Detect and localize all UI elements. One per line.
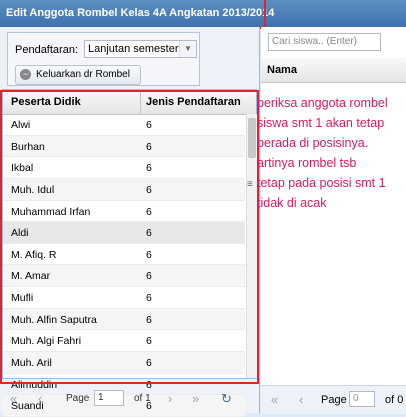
prev-page-icon[interactable]: ‹ <box>38 391 42 406</box>
chevron-down-icon[interactable]: ▼ <box>179 41 196 57</box>
pendaftaran-label: Pendaftaran: <box>15 44 78 56</box>
last-page-icon[interactable]: » <box>192 391 199 406</box>
right-grid-header: Nama <box>261 58 406 83</box>
filter-fieldset: Pendaftaran: Lanjutan semester ▼ − Kelua… <box>7 32 200 86</box>
next-page-icon[interactable]: › <box>168 391 172 406</box>
page-label: Page <box>66 393 90 404</box>
prev-page-icon[interactable]: ‹ <box>299 392 303 407</box>
page-of-label: of 0 <box>385 394 404 406</box>
highlight-title <box>0 0 266 29</box>
right-panel: Cari siswa.. (Enter) Nama « ‹ Page 0 of … <box>261 27 406 414</box>
page-of-label: of 1 <box>134 393 151 404</box>
page-label: Page <box>321 394 347 406</box>
first-page-icon[interactable]: « <box>10 391 17 406</box>
search-input[interactable]: Cari siswa.. (Enter) <box>268 33 381 51</box>
page-input[interactable]: 1 <box>94 390 124 406</box>
keluarkan-button[interactable]: − Keluarkan dr Rombel <box>15 65 141 85</box>
first-page-icon[interactable]: « <box>271 392 278 407</box>
resize-grip-icon[interactable]: ≡ <box>247 179 253 190</box>
pendaftaran-combo[interactable]: Lanjutan semester ▼ <box>84 40 197 58</box>
left-pager: « ‹ Page 1 of 1 › » ↻ <box>0 385 260 413</box>
page-input[interactable]: 0 <box>349 391 375 407</box>
annotation-note: periksa anggota rombel siswa smt 1 akan … <box>257 96 388 210</box>
right-pager: « ‹ Page 0 of 0 <box>261 385 406 414</box>
minus-icon: − <box>20 69 31 80</box>
refresh-icon[interactable]: ↻ <box>221 391 232 407</box>
highlight-grid <box>0 90 259 384</box>
keluarkan-label: Keluarkan dr Rombel <box>36 69 130 80</box>
column-nama[interactable]: Nama <box>267 64 297 76</box>
pendaftaran-value: Lanjutan semester <box>88 43 179 55</box>
